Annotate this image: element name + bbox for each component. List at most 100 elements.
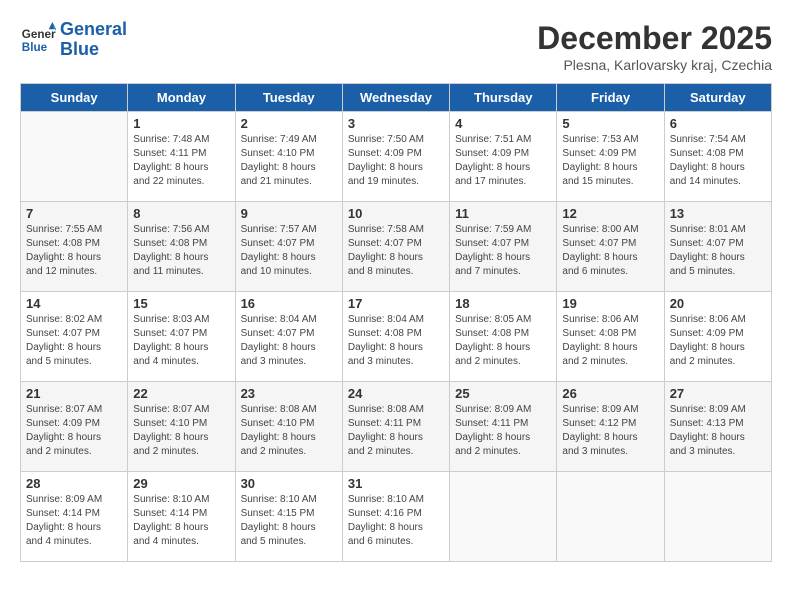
day-info: Sunrise: 8:10 AM Sunset: 4:15 PM Dayligh… [241,493,337,549]
calendar-cell: 11 Sunrise: 7:59 AM Sunset: 4:07 PM Dayli… [450,202,557,292]
calendar-cell: 1Sunrise: 7:48 AM Sunset: 4:11 PM Daylig… [128,112,235,202]
day-info: Sunrise: 8:10 AM Sunset: 4:14 PM Dayligh… [133,493,229,549]
calendar-cell: 29 Sunrise: 8:10 AM Sunset: 4:14 PM Dayli… [128,472,235,562]
calendar-cell [664,472,771,562]
weekday-header-tuesday: Tuesday [235,84,342,112]
title-block: December 2025 Plesna, Karlovarsky kraj, … [537,20,772,73]
day-info: Sunrise: 7:49 AM Sunset: 4:10 PM Dayligh… [241,133,337,189]
calendar-cell: 5 Sunrise: 7:53 AM Sunset: 4:09 PM Daylig… [557,112,664,202]
weekday-header-thursday: Thursday [450,84,557,112]
calendar-week-4: 21 Sunrise: 8:07 AM Sunset: 4:09 PM Dayli… [21,382,772,472]
calendar-cell: 17 Sunrise: 8:04 AM Sunset: 4:08 PM Dayli… [342,292,449,382]
day-info: Sunrise: 8:04 AM Sunset: 4:07 PM Dayligh… [241,313,337,369]
day-info: Sunrise: 8:06 AM Sunset: 4:09 PM Dayligh… [670,313,766,369]
calendar-cell: 21 Sunrise: 8:07 AM Sunset: 4:09 PM Dayli… [21,382,128,472]
day-number: 30 [241,476,337,491]
calendar-cell: 16 Sunrise: 8:04 AM Sunset: 4:07 PM Dayli… [235,292,342,382]
calendar-cell: 3 Sunrise: 7:50 AM Sunset: 4:09 PM Daylig… [342,112,449,202]
day-number: 9 [241,206,337,221]
weekday-header-wednesday: Wednesday [342,84,449,112]
calendar-cell: 22Sunrise: 8:07 AM Sunset: 4:10 PM Dayli… [128,382,235,472]
day-number: 17 [348,296,444,311]
calendar-cell: 13Sunrise: 8:01 AM Sunset: 4:07 PM Dayli… [664,202,771,292]
day-number: 14 [26,296,122,311]
day-info: Sunrise: 7:58 AM Sunset: 4:07 PM Dayligh… [348,223,444,279]
calendar-cell: 19 Sunrise: 8:06 AM Sunset: 4:08 PM Dayli… [557,292,664,382]
day-number: 22 [133,386,229,401]
day-number: 29 [133,476,229,491]
day-number: 5 [562,116,658,131]
location-subtitle: Plesna, Karlovarsky kraj, Czechia [537,57,772,73]
day-number: 10 [348,206,444,221]
day-number: 28 [26,476,122,491]
calendar-cell: 28 Sunrise: 8:09 AM Sunset: 4:14 PM Dayli… [21,472,128,562]
day-info: Sunrise: 8:04 AM Sunset: 4:08 PM Dayligh… [348,313,444,369]
calendar-week-3: 14 Sunrise: 8:02 AM Sunset: 4:07 PM Dayli… [21,292,772,382]
calendar-cell [450,472,557,562]
day-info: Sunrise: 7:48 AM Sunset: 4:11 PM Dayligh… [133,133,229,189]
calendar-cell: 30 Sunrise: 8:10 AM Sunset: 4:15 PM Dayli… [235,472,342,562]
weekday-header-monday: Monday [128,84,235,112]
day-number: 6 [670,116,766,131]
day-info: Sunrise: 8:10 AM Sunset: 4:16 PM Dayligh… [348,493,444,549]
month-title: December 2025 [537,20,772,57]
day-info: Sunrise: 8:09 AM Sunset: 4:12 PM Dayligh… [562,403,658,459]
calendar-cell: 14 Sunrise: 8:02 AM Sunset: 4:07 PM Dayli… [21,292,128,382]
day-number: 11 [455,206,551,221]
day-number: 3 [348,116,444,131]
calendar-cell: 7 Sunrise: 7:55 AM Sunset: 4:08 PM Daylig… [21,202,128,292]
day-number: 15 [133,296,229,311]
day-info: Sunrise: 7:55 AM Sunset: 4:08 PM Dayligh… [26,223,122,279]
logo-icon: General Blue [20,22,56,58]
day-info: Sunrise: 8:01 AM Sunset: 4:07 PM Dayligh… [670,223,766,279]
day-number: 21 [26,386,122,401]
day-info: Sunrise: 8:02 AM Sunset: 4:07 PM Dayligh… [26,313,122,369]
day-number: 31 [348,476,444,491]
day-number: 7 [26,206,122,221]
calendar-cell: 15 Sunrise: 8:03 AM Sunset: 4:07 PM Dayli… [128,292,235,382]
day-info: Sunrise: 7:51 AM Sunset: 4:09 PM Dayligh… [455,133,551,189]
day-info: Sunrise: 8:09 AM Sunset: 4:14 PM Dayligh… [26,493,122,549]
day-info: Sunrise: 7:54 AM Sunset: 4:08 PM Dayligh… [670,133,766,189]
day-info: Sunrise: 7:56 AM Sunset: 4:08 PM Dayligh… [133,223,229,279]
calendar-cell: 8 Sunrise: 7:56 AM Sunset: 4:08 PM Daylig… [128,202,235,292]
svg-text:General: General [22,28,56,41]
day-info: Sunrise: 7:59 AM Sunset: 4:07 PM Dayligh… [455,223,551,279]
calendar-cell: 4 Sunrise: 7:51 AM Sunset: 4:09 PM Daylig… [450,112,557,202]
day-info: Sunrise: 7:53 AM Sunset: 4:09 PM Dayligh… [562,133,658,189]
calendar-cell: 25 Sunrise: 8:09 AM Sunset: 4:11 PM Dayli… [450,382,557,472]
day-info: Sunrise: 7:57 AM Sunset: 4:07 PM Dayligh… [241,223,337,279]
calendar-cell: 18Sunrise: 8:05 AM Sunset: 4:08 PM Dayli… [450,292,557,382]
logo-text-line2: Blue [60,40,127,60]
calendar-cell [557,472,664,562]
day-number: 4 [455,116,551,131]
svg-text:Blue: Blue [22,41,48,54]
calendar-week-1: 1Sunrise: 7:48 AM Sunset: 4:11 PM Daylig… [21,112,772,202]
day-info: Sunrise: 8:08 AM Sunset: 4:11 PM Dayligh… [348,403,444,459]
day-number: 24 [348,386,444,401]
day-number: 16 [241,296,337,311]
day-number: 19 [562,296,658,311]
weekday-header-friday: Friday [557,84,664,112]
weekday-header-row: SundayMondayTuesdayWednesdayThursdayFrid… [21,84,772,112]
day-info: Sunrise: 7:50 AM Sunset: 4:09 PM Dayligh… [348,133,444,189]
day-info: Sunrise: 8:06 AM Sunset: 4:08 PM Dayligh… [562,313,658,369]
calendar-table: SundayMondayTuesdayWednesdayThursdayFrid… [20,83,772,562]
day-info: Sunrise: 8:05 AM Sunset: 4:08 PM Dayligh… [455,313,551,369]
day-number: 20 [670,296,766,311]
calendar-cell: 26Sunrise: 8:09 AM Sunset: 4:12 PM Dayli… [557,382,664,472]
logo: General Blue General Blue [20,20,127,60]
day-number: 2 [241,116,337,131]
day-number: 8 [133,206,229,221]
day-info: Sunrise: 8:09 AM Sunset: 4:11 PM Dayligh… [455,403,551,459]
calendar-cell: 9 Sunrise: 7:57 AM Sunset: 4:07 PM Daylig… [235,202,342,292]
weekday-header-saturday: Saturday [664,84,771,112]
day-info: Sunrise: 8:07 AM Sunset: 4:09 PM Dayligh… [26,403,122,459]
day-info: Sunrise: 8:03 AM Sunset: 4:07 PM Dayligh… [133,313,229,369]
calendar-cell: 31 Sunrise: 8:10 AM Sunset: 4:16 PM Dayli… [342,472,449,562]
calendar-cell: 10 Sunrise: 7:58 AM Sunset: 4:07 PM Dayli… [342,202,449,292]
calendar-cell: 23Sunrise: 8:08 AM Sunset: 4:10 PM Dayli… [235,382,342,472]
day-number: 25 [455,386,551,401]
day-number: 12 [562,206,658,221]
calendar-cell: 6 Sunrise: 7:54 AM Sunset: 4:08 PM Daylig… [664,112,771,202]
